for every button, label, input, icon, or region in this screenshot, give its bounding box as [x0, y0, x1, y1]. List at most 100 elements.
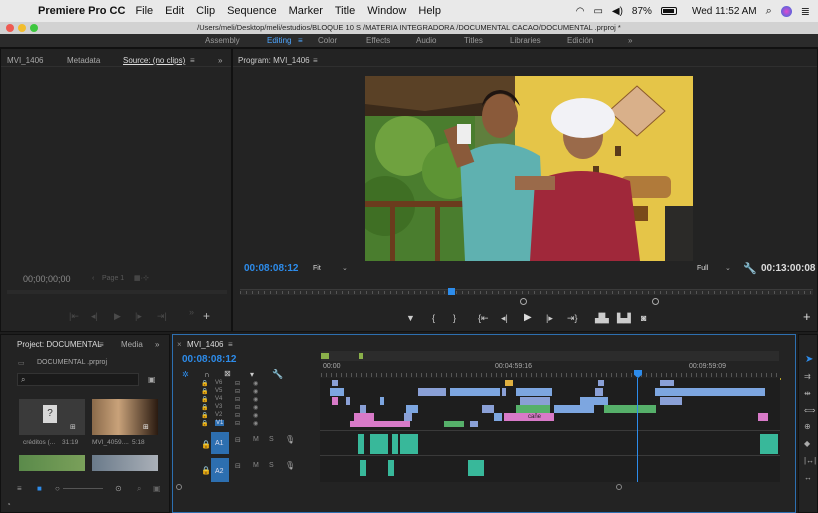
video-clip[interactable] [604, 405, 656, 413]
program-timecode[interactable]: 00:08:08:12 [244, 263, 298, 274]
add-marker-timeline-icon[interactable]: ▾ [250, 370, 254, 379]
zoom-handle-right[interactable] [652, 298, 659, 305]
workspace-edicion[interactable]: Edición [567, 34, 593, 48]
workspace-effects[interactable]: Effects [366, 34, 390, 48]
step-forward-icon[interactable]: |▸ [546, 313, 553, 324]
video-clip[interactable] [404, 413, 412, 421]
track-label-v4[interactable]: V4 [215, 396, 222, 402]
tab-project[interactable]: Project: DOCUMENTAL [17, 340, 102, 349]
track-select-tool-icon[interactable]: ⇉ [804, 372, 811, 381]
video-clip[interactable] [502, 388, 506, 396]
eye-icon[interactable]: ◉ [253, 396, 258, 403]
work-area-marker[interactable] [359, 353, 363, 359]
video-clip[interactable] [332, 380, 338, 386]
menu-sequence[interactable]: Sequence [227, 5, 277, 17]
project-search-input[interactable]: ⌕ [17, 373, 139, 386]
project-panel-overflow-button[interactable]: » [155, 340, 159, 349]
extract-icon[interactable]: ▙▟ [617, 313, 631, 324]
program-video-frame[interactable] [365, 76, 693, 261]
menu-title[interactable]: Title [335, 5, 355, 17]
nest-toggle-icon[interactable]: ✲ [182, 370, 189, 379]
video-clip[interactable] [380, 397, 384, 405]
source-settings-icon[interactable]: ▦·⊹ [134, 274, 149, 282]
lock-icon[interactable]: 🔒 [201, 440, 211, 449]
workspace-color[interactable]: Color [318, 34, 337, 48]
menu-file[interactable]: File [135, 5, 153, 17]
thumbnail-mvi4059[interactable]: ⊞ [92, 399, 158, 435]
source-panel-overflow-button[interactable]: » [218, 56, 222, 65]
lock-icon[interactable]: 🔒 [201, 380, 208, 387]
eye-icon[interactable]: ◉ [253, 412, 258, 419]
list-view-icon[interactable]: ≡ [17, 484, 22, 493]
video-clip[interactable] [595, 388, 603, 396]
video-clip[interactable] [470, 421, 478, 427]
workspace-editing[interactable]: Editing [267, 34, 291, 48]
close-sequence-icon[interactable]: × [177, 340, 182, 349]
time-ruler[interactable] [321, 373, 781, 377]
lock-icon[interactable]: 🔒 [201, 404, 208, 411]
video-clip[interactable] [598, 380, 604, 386]
wrench-settings-icon[interactable]: 🔧 [743, 262, 757, 275]
program-scrub-bar[interactable] [240, 289, 813, 295]
audio-clip[interactable] [400, 434, 418, 454]
track-label-v5[interactable]: V5 [215, 388, 222, 394]
go-to-out-icon[interactable]: ⇥} [567, 313, 578, 324]
video-clip[interactable] [505, 380, 513, 386]
clock[interactable]: Wed 11:52 AM [692, 6, 757, 17]
find-icon[interactable]: ⌕ [137, 484, 141, 494]
microphone-icon[interactable]: 🎙 [285, 435, 295, 444]
zoom-slider-handle[interactable]: ○ [55, 484, 60, 493]
program-title[interactable]: Program: MVI_1406 [238, 56, 310, 65]
source-mark-in-icon[interactable]: |⇤ [69, 311, 79, 322]
video-clip[interactable] [494, 413, 502, 421]
tab-clip-mvi1406[interactable]: MVI_1406 [7, 56, 43, 65]
app-name-menu[interactable]: Premiere Pro CC [38, 5, 125, 17]
track-label-v1[interactable]: V1 [215, 420, 225, 426]
thumbnail-credits[interactable]: ? ⊞ [19, 399, 85, 435]
project-panel-menu-icon[interactable]: ≡ [99, 340, 104, 349]
lock-icon[interactable]: 🔒 [201, 420, 208, 427]
menu-marker[interactable]: Marker [289, 5, 323, 17]
audio-clip[interactable] [468, 460, 484, 476]
video-clip[interactable] [444, 421, 464, 427]
video-clip[interactable] [450, 388, 500, 396]
ripple-edit-tool-icon[interactable]: ⇹ [804, 389, 811, 398]
tab-metadata[interactable]: Metadata [67, 56, 100, 65]
mark-out-icon[interactable]: } [453, 313, 456, 323]
export-frame-camera-icon[interactable]: ◙ [641, 313, 646, 323]
video-clip[interactable] [332, 397, 338, 405]
sync-lock-icon[interactable]: ⊟ [235, 462, 241, 470]
tab-sequence[interactable]: MVI_1406 [187, 340, 223, 349]
track-label-v6[interactable]: V6 [215, 380, 222, 386]
program-panel-menu-icon[interactable]: ≡ [313, 56, 318, 65]
video-clip[interactable] [516, 405, 550, 413]
timeline-timecode[interactable]: 00:08:08:12 [182, 354, 236, 365]
source-step-back-icon[interactable]: ◂| [91, 311, 98, 322]
scroll-handle-left[interactable] [176, 484, 182, 490]
audio-clip[interactable] [388, 460, 394, 476]
track-label-v2[interactable]: V2 [215, 412, 222, 418]
source-prev-page-icon[interactable]: ‹ [92, 275, 94, 282]
selection-tool-icon[interactable]: ➤ [805, 354, 813, 365]
video-clip[interactable] [520, 397, 550, 405]
video-clip[interactable] [418, 388, 446, 396]
video-clip[interactable] [406, 405, 418, 413]
video-clip[interactable] [660, 380, 674, 386]
video-clip[interactable] [554, 405, 594, 413]
close-window-button[interactable] [6, 24, 14, 32]
source-step-forward-icon[interactable]: |▸ [135, 311, 142, 322]
source-panel-menu-icon[interactable]: ≡ [190, 56, 195, 65]
scroll-handle-right[interactable] [616, 484, 622, 490]
source-scrub-bar[interactable] [7, 290, 227, 294]
zoom-window-button[interactable] [30, 24, 38, 32]
volume-icon[interactable]: ◀) [612, 6, 623, 17]
eye-icon[interactable]: ◉ [253, 420, 258, 427]
sync-lock-icon[interactable]: ⊟ [235, 388, 240, 395]
video-clip[interactable] [354, 413, 374, 421]
source-more-controls-icon[interactable]: » [189, 307, 194, 317]
spotlight-search-icon[interactable]: ⌕ [766, 5, 772, 18]
siri-icon[interactable] [780, 5, 792, 17]
automate-to-sequence-icon[interactable]: ⊙ [115, 484, 122, 493]
video-clip[interactable] [660, 397, 682, 405]
slide-tool-icon[interactable]: ↔ [804, 473, 812, 482]
